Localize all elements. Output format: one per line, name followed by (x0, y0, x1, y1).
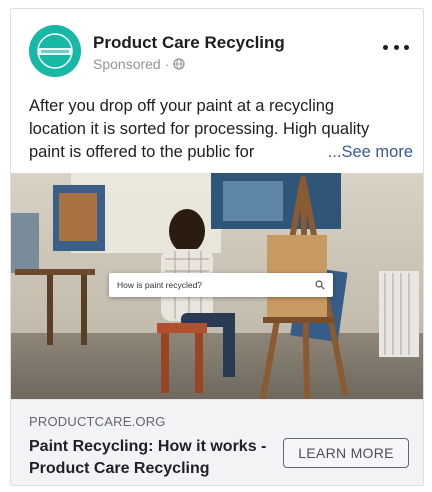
search-icon[interactable] (315, 280, 325, 290)
post-body-text: After you drop off your paint at a recyc… (29, 95, 413, 164)
link-domain: PRODUCTCARE.ORG (29, 414, 166, 429)
post-body-line: After you drop off your paint at a recyc… (29, 97, 335, 115)
post-body-line: paint is offered to the public for ...Se… (29, 141, 413, 164)
sponsored-label: Sponsored · (93, 56, 170, 72)
see-more-link[interactable]: ...See more (328, 141, 413, 164)
link-headline[interactable]: Paint Recycling: How it works - Product … (29, 436, 279, 480)
page-avatar[interactable] (29, 25, 81, 77)
link-preview[interactable]: PRODUCTCARE.ORG Paint Recycling: How it … (11, 399, 423, 485)
sponsored-post-card: Product Care Recycling Sponsored · After… (10, 8, 424, 486)
globe-icon[interactable] (173, 58, 185, 70)
post-body-line-text: paint is offered to the public for (29, 143, 255, 161)
sponsored-row: Sponsored · (93, 56, 185, 72)
search-bar-overlay[interactable] (109, 273, 333, 297)
search-input[interactable] (117, 280, 315, 290)
post-body-line: location it is sorted for processing. Hi… (29, 120, 370, 138)
page-name[interactable]: Product Care Recycling (93, 33, 285, 53)
post-media-image[interactable] (11, 173, 423, 399)
more-options-icon[interactable] (383, 37, 409, 57)
product-care-logo-icon (29, 25, 81, 77)
learn-more-button[interactable]: LEARN MORE (283, 438, 409, 468)
post-header: Product Care Recycling Sponsored · (11, 9, 423, 89)
